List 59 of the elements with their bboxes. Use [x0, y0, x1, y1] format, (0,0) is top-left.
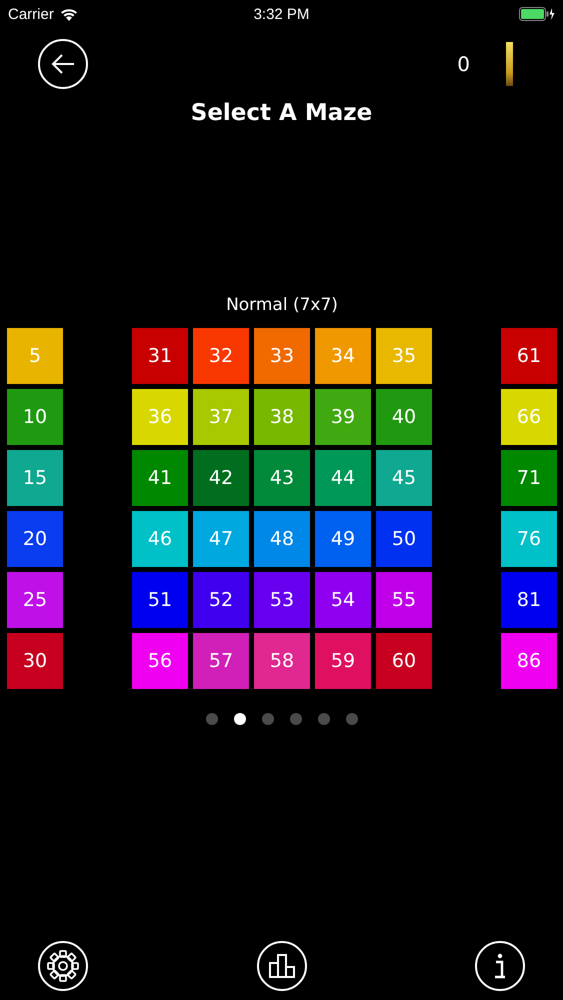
maze-tile[interactable]: 50: [376, 511, 432, 567]
page-dot[interactable]: [262, 713, 274, 725]
maze-tile[interactable]: 41: [132, 450, 188, 506]
page-dot[interactable]: [346, 713, 358, 725]
maze-tile[interactable]: 86: [501, 633, 557, 689]
maze-tile[interactable]: 10: [7, 389, 63, 445]
battery-icon: [519, 7, 555, 21]
page-dot[interactable]: [290, 713, 302, 725]
info-button[interactable]: [475, 941, 525, 991]
maze-tile[interactable]: 34: [315, 328, 371, 384]
maze-tile[interactable]: 56: [132, 633, 188, 689]
back-arrow-icon: [50, 53, 76, 75]
info-icon: [492, 952, 508, 980]
maze-tile[interactable]: 49: [315, 511, 371, 567]
maze-tile[interactable]: 48: [254, 511, 310, 567]
page-dot[interactable]: [234, 713, 246, 725]
clock: 3:32 PM: [254, 6, 310, 22]
page-dot[interactable]: [318, 713, 330, 725]
leaderboard-button[interactable]: [256, 941, 306, 991]
maze-tile[interactable]: 40: [376, 389, 432, 445]
maze-tile[interactable]: 38: [254, 389, 310, 445]
maze-tile[interactable]: 43: [254, 450, 310, 506]
maze-tile[interactable]: 25: [7, 572, 63, 628]
page-label: Normal (7x7): [226, 294, 338, 317]
maze-tile[interactable]: 71: [501, 450, 557, 506]
maze-tile[interactable]: 55: [376, 572, 432, 628]
settings-button[interactable]: [38, 941, 88, 991]
maze-tile[interactable]: 33: [254, 328, 310, 384]
score: 0: [457, 52, 470, 76]
gauge-icon: [506, 42, 513, 86]
maze-tile[interactable]: 15: [7, 450, 63, 506]
maze-tile[interactable]: 45: [376, 450, 432, 506]
maze-tile[interactable]: 30: [7, 633, 63, 689]
maze-tile[interactable]: 61: [501, 328, 557, 384]
maze-tile[interactable]: 53: [254, 572, 310, 628]
wifi-icon: [60, 8, 78, 20]
maze-tile[interactable]: 58: [254, 633, 310, 689]
maze-tile[interactable]: 81: [501, 572, 557, 628]
screen-title: Select A Maze: [190, 100, 372, 126]
carrier-label: Carrier: [8, 6, 54, 22]
page-dot[interactable]: [206, 713, 218, 725]
maze-tile[interactable]: 51: [132, 572, 188, 628]
maze-tile[interactable]: 44: [315, 450, 371, 506]
maze-tile[interactable]: 52: [193, 572, 249, 628]
back-button[interactable]: [38, 39, 88, 89]
gear-icon: [46, 949, 80, 983]
maze-tile[interactable]: 76: [501, 511, 557, 567]
maze-tile[interactable]: 54: [315, 572, 371, 628]
maze-tile[interactable]: 20: [7, 511, 63, 567]
maze-tile[interactable]: 47: [193, 511, 249, 567]
maze-tile[interactable]: 46: [132, 511, 188, 567]
maze-tile[interactable]: 32: [193, 328, 249, 384]
maze-tile[interactable]: 59: [315, 633, 371, 689]
maze-tile[interactable]: 39: [315, 389, 371, 445]
maze-tile[interactable]: 31: [132, 328, 188, 384]
bar-chart-icon: [268, 953, 296, 979]
maze-tile[interactable]: 42: [193, 450, 249, 506]
maze-tile[interactable]: 57: [193, 633, 249, 689]
maze-tile[interactable]: 60: [376, 633, 432, 689]
